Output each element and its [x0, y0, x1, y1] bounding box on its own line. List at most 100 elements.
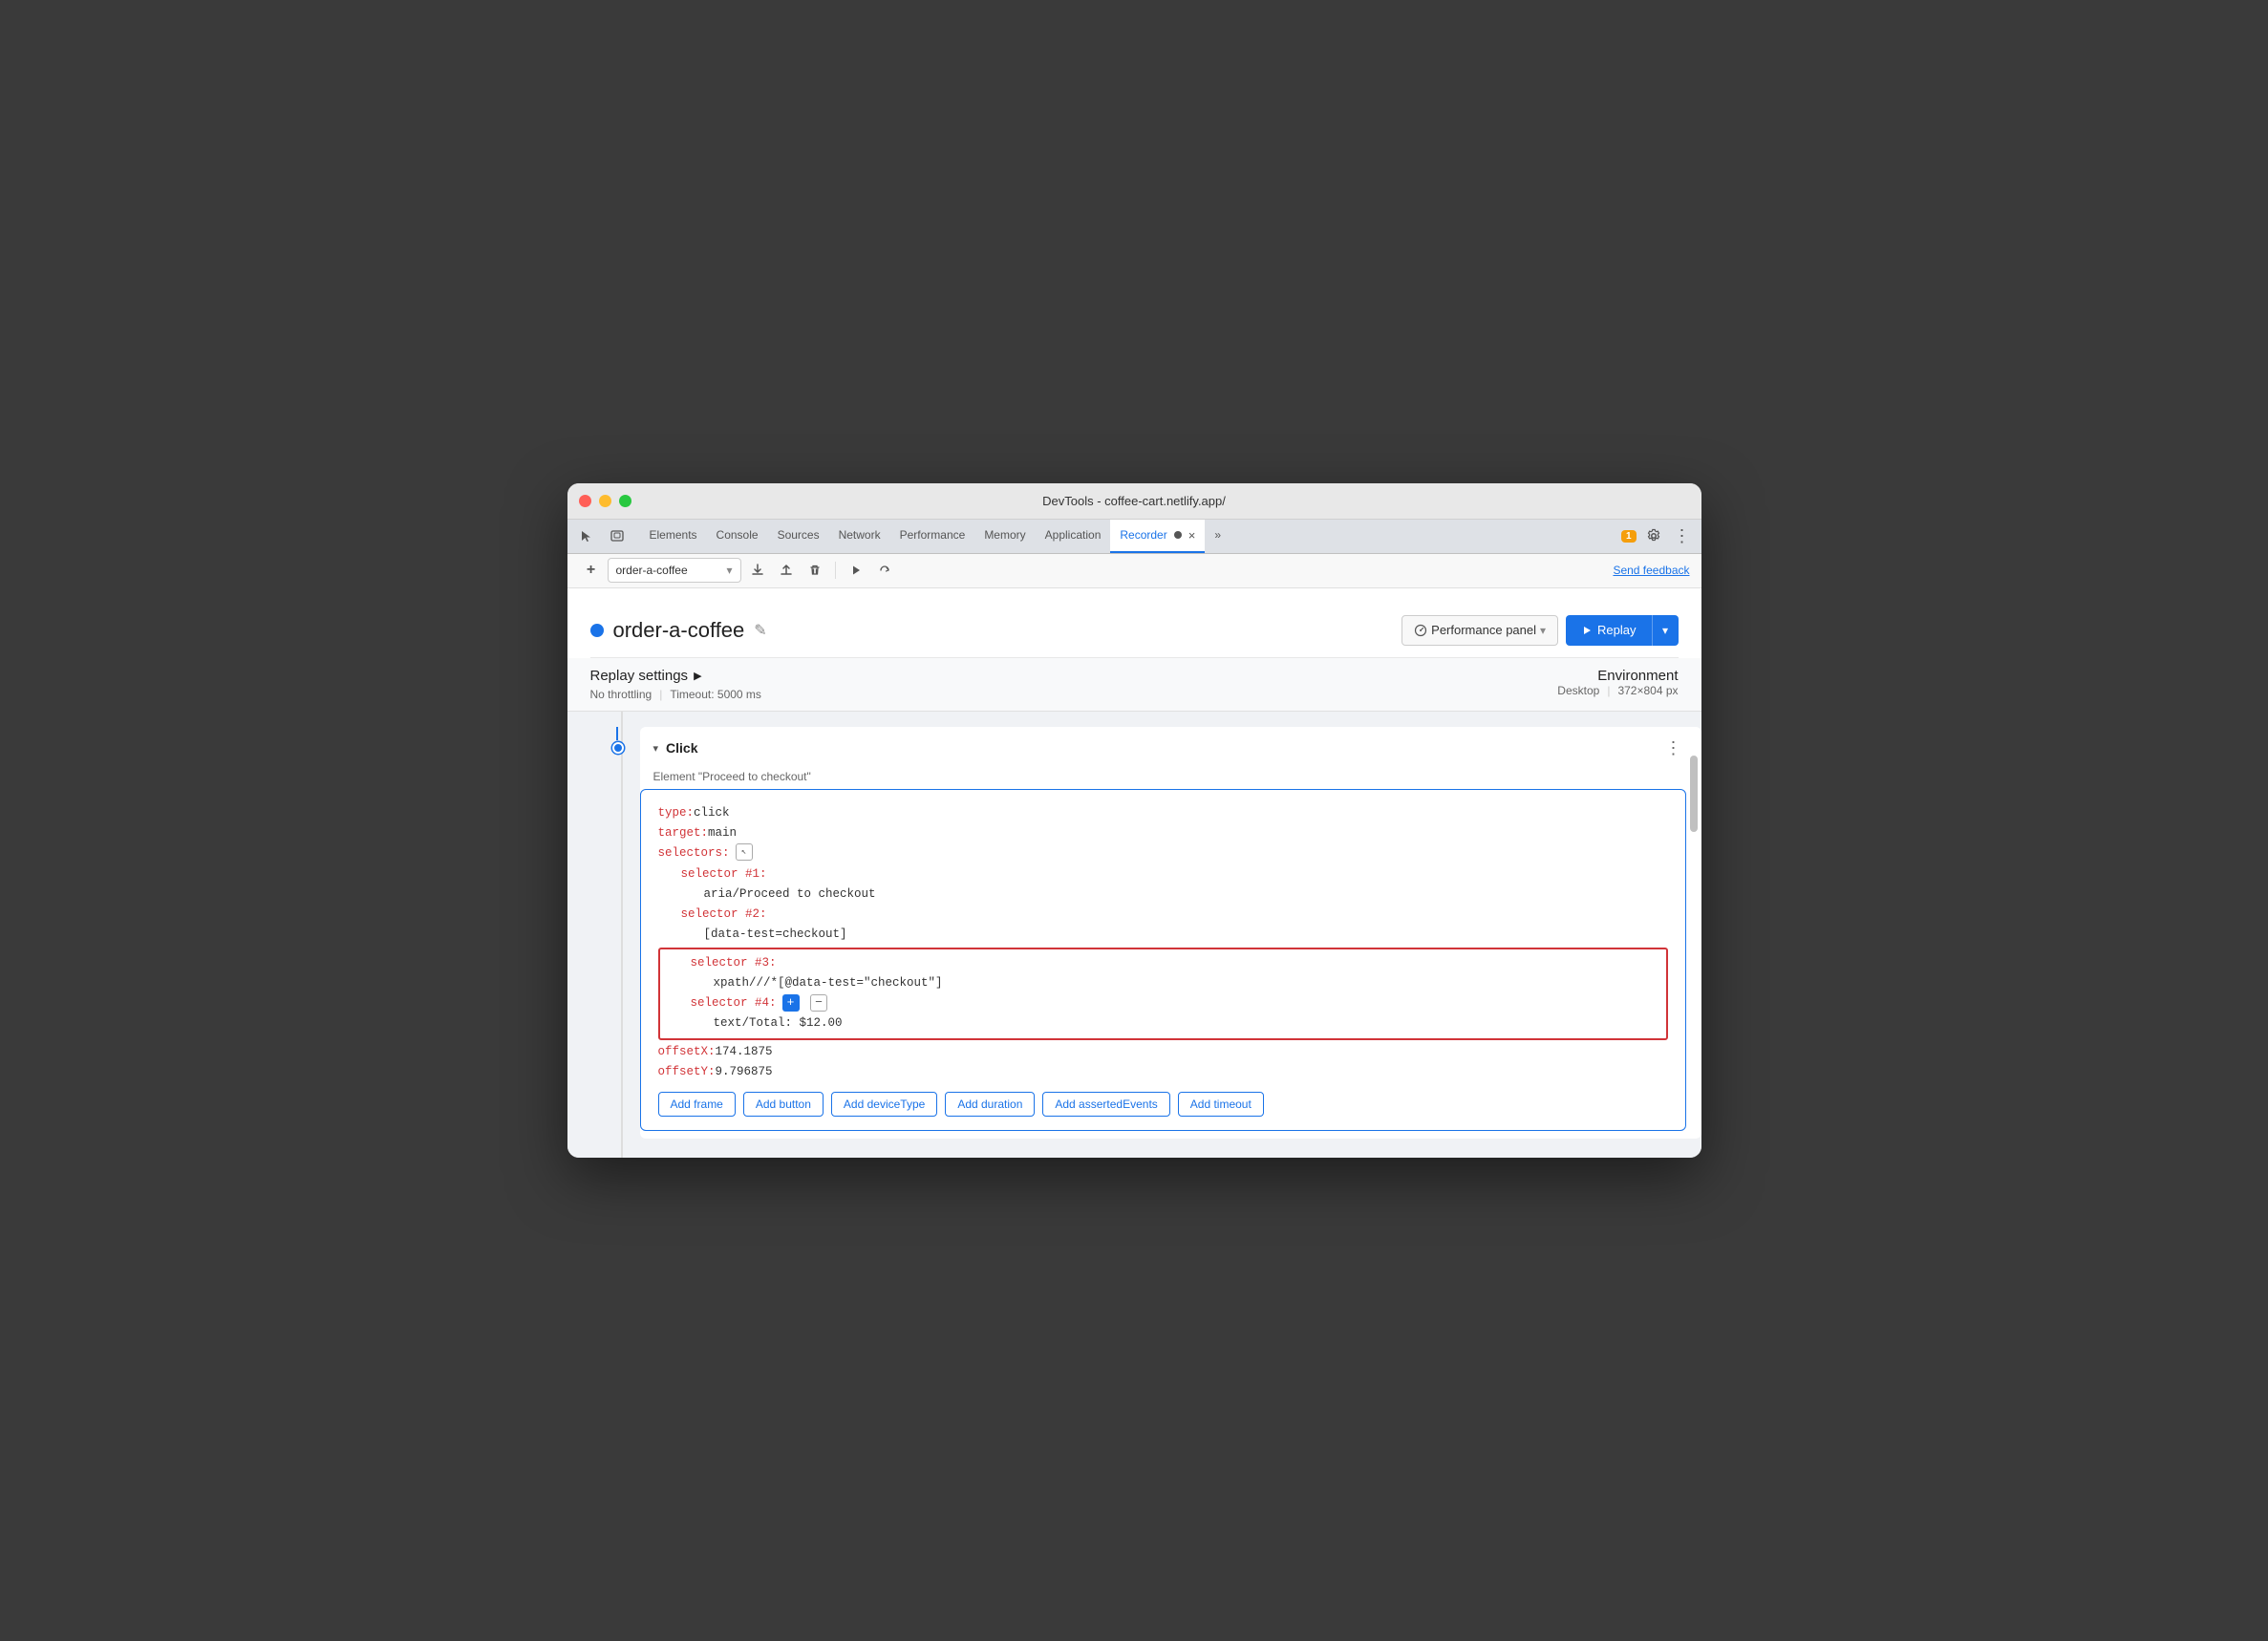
add-button-button[interactable]: Add button — [743, 1092, 824, 1117]
add-duration-button[interactable]: Add duration — [945, 1092, 1035, 1117]
recording-header: order-a-coffee ✎ Performance panel ▾ Rep… — [590, 604, 1679, 658]
steps-area: ▾ Click ⋮ Element "Proceed to checkout" … — [567, 712, 1701, 1158]
step-item-click: ▾ Click ⋮ Element "Proceed to checkout" … — [640, 727, 1701, 1139]
code-line-selectors: selectors: ↖ — [658, 843, 1668, 863]
tab-performance[interactable]: Performance — [890, 519, 975, 553]
notification-badge: 1 — [1621, 530, 1637, 543]
delete-button[interactable] — [802, 558, 827, 583]
code-line-selector1: selector #1: — [681, 864, 1668, 884]
selector-icon[interactable]: ↖ — [736, 843, 753, 861]
send-feedback-link[interactable]: Send feedback — [1613, 564, 1689, 577]
scrollbar-track — [1690, 727, 1698, 1158]
selector4-controls: + − — [782, 993, 828, 1013]
code-line-selector2-val: [data-test=checkout] — [704, 925, 1668, 945]
settings-divider: | — [659, 688, 662, 701]
environment-subtitle: Desktop | 372×804 px — [1557, 684, 1678, 697]
code-line-target: target: main — [658, 823, 1668, 843]
code-line-selector2: selector #2: — [681, 905, 1668, 925]
code-line-selector4-val: text/Total: $12.00 — [714, 1013, 1658, 1034]
step-indicator-dot — [612, 742, 624, 754]
step-more-button[interactable]: ⋮ — [1659, 736, 1688, 760]
step-header: ▾ Click ⋮ — [640, 727, 1701, 770]
play-button[interactable] — [844, 558, 868, 583]
replay-settings-title[interactable]: Replay settings ▶ — [590, 668, 761, 684]
close-button[interactable] — [579, 495, 591, 507]
tab-right-area: 1 ⋮ — [1621, 524, 1694, 547]
settings-bar: Replay settings ▶ No throttling | Timeou… — [567, 658, 1701, 712]
tab-application[interactable]: Application — [1036, 519, 1111, 553]
code-block: type: click target: main selectors: ↖ se… — [640, 789, 1686, 1131]
selector-highlight-box: selector #3: xpath///*[@data-test="check… — [658, 948, 1668, 1040]
perf-dropdown-icon: ▾ — [1540, 624, 1546, 637]
edit-title-icon[interactable]: ✎ — [754, 621, 766, 640]
replay-button[interactable]: Replay — [1566, 615, 1651, 646]
tab-console[interactable]: Console — [707, 519, 768, 553]
main-content: order-a-coffee ✎ Performance panel ▾ Rep… — [567, 588, 1701, 658]
selector-add-button[interactable]: + — [782, 994, 800, 1012]
tab-sources[interactable]: Sources — [768, 519, 829, 553]
code-line-offsetY: offsetY: 9.796875 — [658, 1062, 1668, 1082]
step-over-button[interactable] — [872, 558, 897, 583]
header-buttons: Performance panel ▾ Replay ▾ — [1401, 615, 1678, 646]
recording-selector[interactable]: order-a-coffee ▾ — [608, 558, 741, 583]
devtools-tabs-bar: Elements Console Sources Network Perform… — [567, 520, 1701, 554]
replay-button-group: Replay ▾ — [1566, 615, 1678, 646]
step-connector-line — [621, 712, 623, 1158]
settings-icon[interactable] — [1642, 524, 1665, 547]
more-options-icon[interactable]: ⋮ — [1671, 524, 1694, 547]
performance-panel-button[interactable]: Performance panel ▾ — [1401, 615, 1558, 646]
tab-network[interactable]: Network — [829, 519, 890, 553]
tab-memory[interactable]: Memory — [974, 519, 1035, 553]
add-timeout-button[interactable]: Add timeout — [1178, 1092, 1264, 1117]
step-type-label: Click — [666, 740, 697, 756]
settings-right: Environment Desktop | 372×804 px — [1557, 668, 1678, 697]
code-line-selector4: selector #4: + − — [691, 993, 1658, 1013]
code-line-type: type: click — [658, 803, 1668, 823]
devtools-window: DevTools - coffee-cart.netlify.app/ Elem… — [567, 483, 1701, 1158]
toolbar: + order-a-coffee ▾ Send feedback — [567, 554, 1701, 588]
recording-status-dot — [590, 624, 604, 637]
add-device-type-button[interactable]: Add deviceType — [831, 1092, 937, 1117]
step-marker-top — [616, 727, 618, 740]
minimize-button[interactable] — [599, 495, 611, 507]
maximize-button[interactable] — [619, 495, 631, 507]
action-buttons-row: Add frame Add button Add deviceType Add … — [658, 1092, 1668, 1117]
tab-recorder[interactable]: Recorder × — [1110, 519, 1205, 553]
window-title: DevTools - coffee-cart.netlify.app/ — [1042, 494, 1226, 508]
step-wrapper: ▾ Click ⋮ Element "Proceed to checkout" … — [640, 727, 1701, 1139]
export-button[interactable] — [745, 558, 770, 583]
settings-left: Replay settings ▶ No throttling | Timeou… — [590, 668, 761, 701]
performance-icon — [1414, 624, 1427, 637]
add-asserted-events-button[interactable]: Add assertedEvents — [1042, 1092, 1169, 1117]
selector-remove-button[interactable]: − — [810, 994, 827, 1012]
step-title-row: ▾ Click — [653, 740, 698, 756]
traffic-lights — [579, 495, 631, 507]
add-frame-button[interactable]: Add frame — [658, 1092, 736, 1117]
title-bar: DevTools - coffee-cart.netlify.app/ — [567, 483, 1701, 520]
code-line-selector1-val: aria/Proceed to checkout — [704, 884, 1668, 905]
new-recording-button[interactable]: + — [579, 558, 604, 583]
recording-title-area: order-a-coffee ✎ — [590, 618, 767, 643]
dropdown-chevron-icon: ▾ — [726, 564, 732, 577]
code-line-selector3-val: xpath///*[@data-test="checkout"] — [714, 973, 1658, 993]
cursor-icon[interactable] — [575, 524, 598, 547]
tab-icons — [575, 524, 629, 547]
tab-elements[interactable]: Elements — [640, 519, 707, 553]
recorder-tab-close[interactable]: × — [1188, 528, 1196, 543]
step-expand-icon[interactable]: ▾ — [653, 742, 659, 755]
code-line-selector3: selector #3: — [691, 953, 1658, 973]
tab-more[interactable]: » — [1205, 519, 1230, 553]
toolbar-separator — [835, 562, 836, 579]
code-line-offsetX: offsetX: 174.1875 — [658, 1042, 1668, 1062]
scrollbar-thumb[interactable] — [1690, 756, 1698, 832]
settings-expand-icon: ▶ — [694, 670, 701, 682]
screenshot-icon[interactable] — [606, 524, 629, 547]
recording-title: order-a-coffee — [613, 618, 745, 643]
settings-subtitle: No throttling | Timeout: 5000 ms — [590, 688, 761, 701]
replay-dropdown-button[interactable]: ▾ — [1652, 615, 1679, 646]
import-button[interactable] — [774, 558, 799, 583]
env-divider: | — [1607, 684, 1610, 697]
replay-play-icon — [1581, 625, 1593, 636]
environment-title: Environment — [1557, 668, 1678, 684]
step-subtitle: Element "Proceed to checkout" — [640, 770, 1701, 789]
